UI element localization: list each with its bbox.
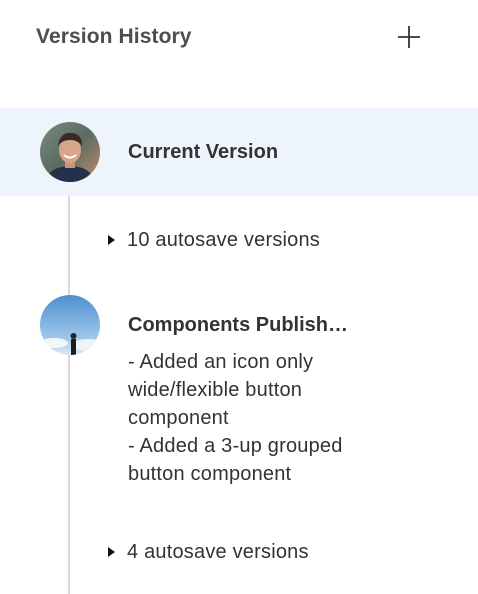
version-title: Current Version [128,141,279,163]
version-history-panel: Version History Current Version 10 autos… [0,0,478,594]
caret-right-icon [108,547,115,557]
avatar [40,122,100,182]
description-line: wide/flexible button [128,379,303,401]
description-line: component [128,407,229,429]
version-item-components-publish[interactable]: Components Publish… - Added an icon only… [0,290,478,490]
autosave-group-toggle[interactable]: 10 autosave versions [108,227,320,253]
caret-right-icon [108,235,115,245]
autosave-group-label: 10 autosave versions [127,228,321,251]
autosave-group-toggle[interactable]: 4 autosave versions [108,539,309,565]
autosave-group-label: 4 autosave versions [127,540,309,563]
avatar [40,295,100,355]
version-title: Components Publish… [128,314,348,336]
plus-icon [398,26,420,48]
description-line: - Added an icon only [128,351,314,373]
add-version-button[interactable] [396,24,422,50]
version-item-current[interactable]: Current Version [0,108,478,196]
description-line: button component [128,463,292,485]
description-line: - Added a 3-up grouped [128,435,343,457]
version-description: - Added an icon only wide/flexible butto… [128,348,458,488]
panel-title: Version History [36,25,192,48]
